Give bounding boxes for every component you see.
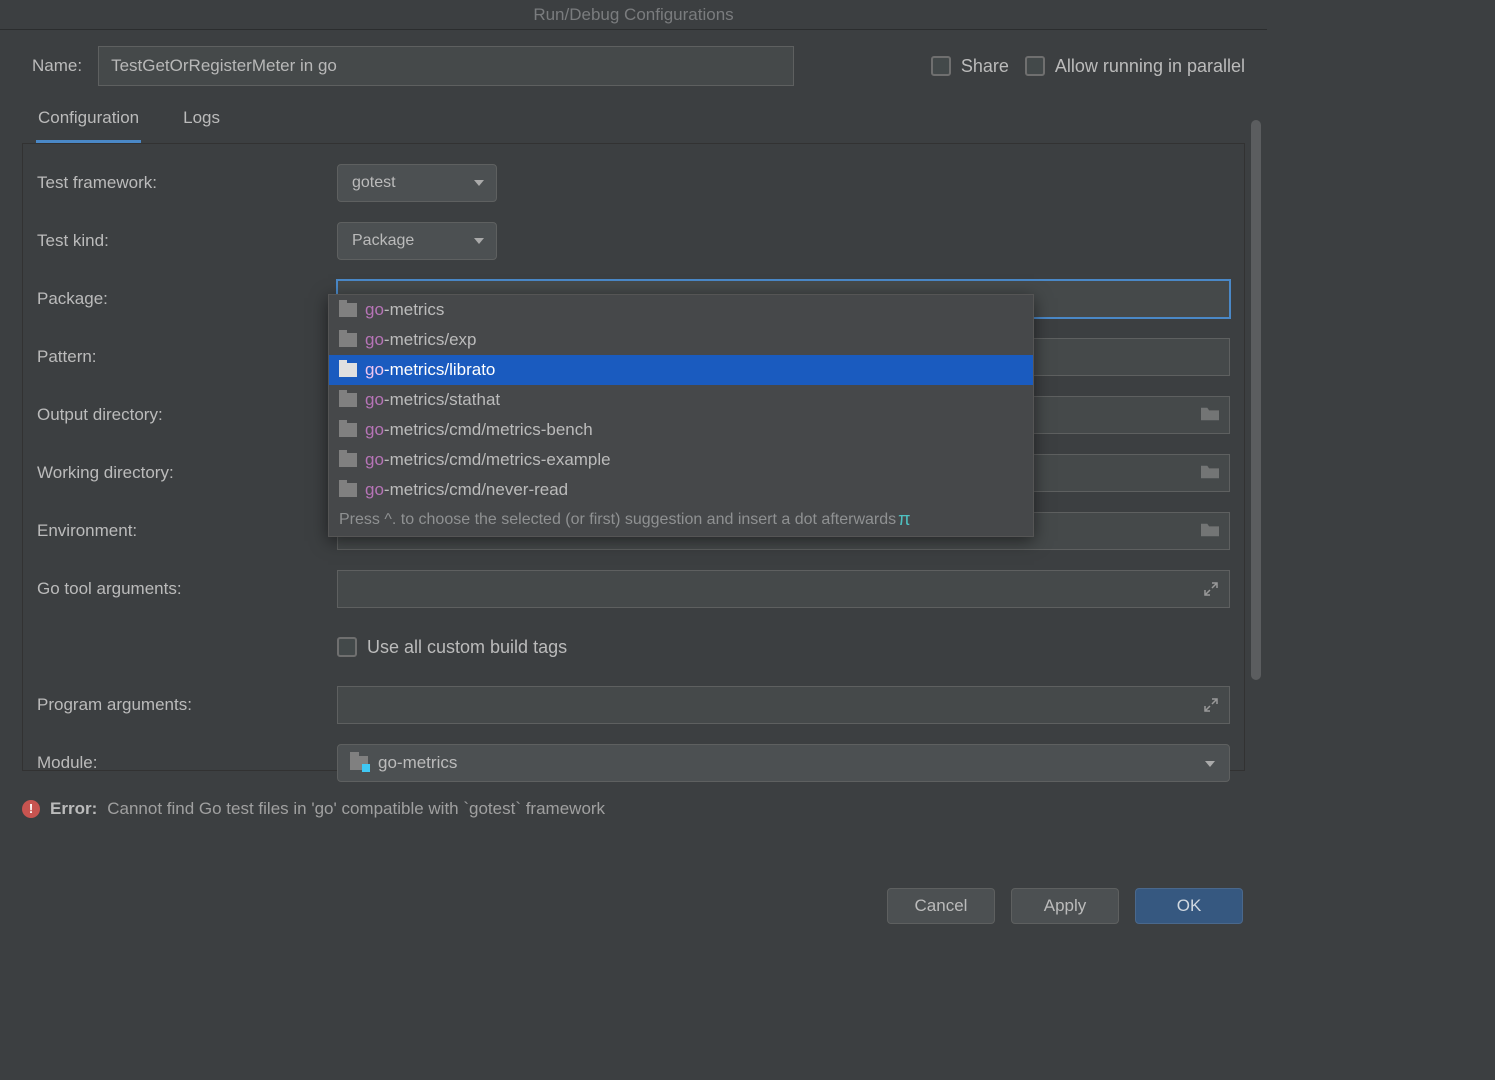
autocomplete-item[interactable]: go-metrics (329, 295, 1033, 325)
checkbox-icon (337, 637, 357, 657)
scrollbar[interactable] (1251, 120, 1261, 720)
autocomplete-hint: Press ^. to choose the selected (or firs… (329, 505, 1033, 536)
autocomplete-item[interactable]: go-metrics/cmd/metrics-example (329, 445, 1033, 475)
apply-button[interactable]: Apply (1011, 888, 1119, 924)
name-label: Name: (32, 56, 82, 76)
error-icon: ! (22, 800, 40, 818)
tab-configuration[interactable]: Configuration (36, 100, 141, 143)
autocomplete-item[interactable]: go-metrics/librato (329, 355, 1033, 385)
folder-icon (339, 483, 357, 497)
program-args-input[interactable] (337, 686, 1230, 724)
error-message: Cannot find Go test files in 'go' compat… (107, 799, 605, 819)
autocomplete-popup: go-metricsgo-metrics/expgo-metrics/libra… (328, 294, 1034, 537)
autocomplete-item[interactable]: go-metrics/cmd/metrics-bench (329, 415, 1033, 445)
go-tool-args-label: Go tool arguments: (37, 579, 337, 599)
program-args-label: Program arguments: (37, 695, 337, 715)
ok-button[interactable]: OK (1135, 888, 1243, 924)
test-kind-label: Test kind: (37, 231, 337, 251)
autocomplete-item[interactable]: go-metrics/stathat (329, 385, 1033, 415)
share-checkbox[interactable]: Share (931, 56, 1009, 77)
cancel-button[interactable]: Cancel (887, 888, 995, 924)
working-dir-label: Working directory: (37, 463, 337, 483)
package-label: Package: (37, 289, 337, 309)
test-framework-label: Test framework: (37, 173, 337, 193)
module-label: Module: (37, 753, 337, 773)
browse-folder-icon[interactable] (1199, 521, 1221, 539)
use-custom-tags-checkbox[interactable]: Use all custom build tags (337, 637, 567, 658)
module-select[interactable]: go-metrics (337, 744, 1230, 782)
autocomplete-item[interactable]: go-metrics/cmd/never-read (329, 475, 1033, 505)
checkbox-icon (931, 56, 951, 76)
go-tool-args-input[interactable] (337, 570, 1230, 608)
pattern-label: Pattern: (37, 347, 337, 367)
checkbox-icon (1025, 56, 1045, 76)
parallel-label: Allow running in parallel (1055, 56, 1245, 77)
expand-icon[interactable] (1203, 581, 1219, 602)
pi-icon: π (898, 509, 910, 530)
folder-icon (339, 333, 357, 347)
folder-icon (339, 393, 357, 407)
folder-icon (339, 303, 357, 317)
name-row: Name: Share Allow running in parallel (0, 30, 1267, 94)
use-custom-tags-label: Use all custom build tags (367, 637, 567, 658)
folder-icon (339, 363, 357, 377)
dialog-buttons: Cancel Apply OK (887, 888, 1243, 924)
scrollbar-thumb[interactable] (1251, 120, 1261, 680)
error-label: Error: (50, 799, 97, 819)
autocomplete-item[interactable]: go-metrics/exp (329, 325, 1033, 355)
module-icon (350, 756, 368, 770)
environment-label: Environment: (37, 521, 337, 541)
parallel-checkbox[interactable]: Allow running in parallel (1025, 56, 1245, 77)
test-kind-select[interactable]: Package (337, 222, 497, 260)
folder-icon (339, 453, 357, 467)
config-panel: Test framework: gotest Test kind: Packag… (22, 143, 1245, 771)
dialog-title: Run/Debug Configurations (0, 0, 1267, 30)
expand-icon[interactable] (1203, 697, 1219, 718)
name-input[interactable] (98, 46, 794, 86)
tabs: Configuration Logs (0, 94, 1267, 143)
folder-icon (339, 423, 357, 437)
browse-folder-icon[interactable] (1199, 463, 1221, 481)
browse-folder-icon[interactable] (1199, 405, 1221, 423)
output-dir-label: Output directory: (37, 405, 337, 425)
tab-logs[interactable]: Logs (181, 100, 222, 143)
test-framework-select[interactable]: gotest (337, 164, 497, 202)
share-label: Share (961, 56, 1009, 77)
